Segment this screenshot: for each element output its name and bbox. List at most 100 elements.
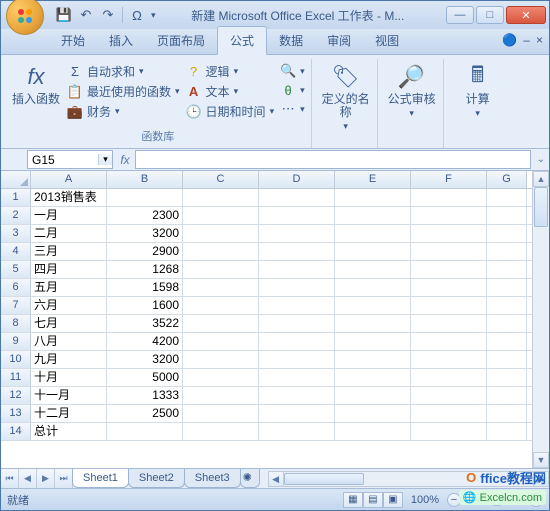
cell[interactable] (183, 405, 259, 422)
tab-page-layout[interactable]: 页面布局 (145, 27, 217, 54)
row-header-9[interactable]: 9 (1, 333, 31, 350)
cell[interactable] (411, 405, 487, 422)
row-header-8[interactable]: 8 (1, 315, 31, 332)
cell[interactable] (183, 369, 259, 386)
formula-auditing-button[interactable]: 🔎公式审核▾ (387, 63, 437, 119)
cell[interactable]: 九月 (31, 351, 107, 368)
cell[interactable] (259, 225, 335, 242)
omega-icon[interactable]: Ω (129, 7, 145, 23)
cell[interactable] (183, 261, 259, 278)
cell[interactable] (183, 225, 259, 242)
cell[interactable] (487, 315, 527, 332)
cell[interactable] (335, 261, 411, 278)
zoom-level[interactable]: 100% (411, 494, 439, 506)
cell[interactable] (411, 297, 487, 314)
cell[interactable]: 八月 (31, 333, 107, 350)
column-header-B[interactable]: B (107, 171, 183, 188)
cell[interactable] (259, 315, 335, 332)
cell[interactable] (259, 207, 335, 224)
cell[interactable]: 3200 (107, 225, 183, 242)
cell[interactable]: 1600 (107, 297, 183, 314)
cell[interactable]: 2300 (107, 207, 183, 224)
column-header-F[interactable]: F (411, 171, 487, 188)
help-icon[interactable]: 🔵 (502, 33, 517, 47)
cell[interactable] (183, 315, 259, 332)
cell[interactable] (487, 189, 527, 206)
insert-function-button[interactable]: fx 插入函数 (11, 63, 61, 106)
cell[interactable] (411, 315, 487, 332)
cell[interactable] (259, 189, 335, 206)
cell[interactable] (487, 405, 527, 422)
cell[interactable] (411, 225, 487, 242)
insert-sheet-button[interactable]: ✺ (240, 469, 260, 488)
sheet-tab-2[interactable]: Sheet2 (128, 469, 185, 488)
row-header-7[interactable]: 7 (1, 297, 31, 314)
sheet-prev[interactable]: ◀ (19, 469, 37, 488)
sheet-last[interactable]: ⏭ (55, 469, 73, 488)
lookup-button[interactable]: 🔍▾ (280, 63, 305, 79)
row-header-11[interactable]: 11 (1, 369, 31, 386)
cell[interactable] (487, 225, 527, 242)
row-header-12[interactable]: 12 (1, 387, 31, 404)
tab-insert[interactable]: 插入 (97, 27, 145, 54)
cell[interactable] (411, 351, 487, 368)
text-button[interactable]: A文本▾ (186, 83, 275, 100)
vertical-scrollbar[interactable]: ▲ ▼ (532, 171, 549, 468)
rows-area[interactable]: 1 2013销售表2一月23003二月32004三月29005四月12686五月… (1, 189, 532, 468)
defined-names-button[interactable]: 🏷定义的名称▾ (321, 63, 371, 132)
cell[interactable] (335, 189, 411, 206)
cell[interactable]: 七月 (31, 315, 107, 332)
cell[interactable] (259, 333, 335, 350)
column-header-A[interactable]: A (31, 171, 107, 188)
cell[interactable] (411, 279, 487, 296)
cell[interactable]: 总计 (31, 423, 107, 440)
cell[interactable]: 六月 (31, 297, 107, 314)
cell[interactable] (487, 243, 527, 260)
cell[interactable] (183, 207, 259, 224)
tab-home[interactable]: 开始 (49, 27, 97, 54)
math-button[interactable]: θ▾ (280, 82, 305, 98)
page-break-view-button[interactable]: ▣ (383, 492, 403, 508)
cell[interactable]: 二月 (31, 225, 107, 242)
cell[interactable] (411, 423, 487, 440)
cell[interactable] (183, 351, 259, 368)
row-header-10[interactable]: 10 (1, 351, 31, 368)
cell[interactable] (335, 243, 411, 260)
cell[interactable] (411, 369, 487, 386)
normal-view-button[interactable]: ▦ (343, 492, 363, 508)
save-icon[interactable]: 💾 (56, 7, 72, 23)
cell[interactable] (411, 333, 487, 350)
cell[interactable]: 十月 (31, 369, 107, 386)
cell[interactable]: 2500 (107, 405, 183, 422)
column-header-C[interactable]: C (183, 171, 259, 188)
cell[interactable] (183, 279, 259, 296)
cell[interactable] (487, 297, 527, 314)
cell[interactable]: 3200 (107, 351, 183, 368)
scroll-down-button[interactable]: ▼ (533, 452, 549, 468)
name-box[interactable]: G15 ▾ (27, 150, 113, 169)
column-header-D[interactable]: D (259, 171, 335, 188)
close-workbook-button[interactable]: × (536, 33, 543, 47)
cell[interactable] (107, 189, 183, 206)
cell[interactable] (411, 387, 487, 404)
cell[interactable]: 1598 (107, 279, 183, 296)
cell[interactable] (411, 261, 487, 278)
row-header-2[interactable]: 2 (1, 207, 31, 224)
cell[interactable]: 2900 (107, 243, 183, 260)
scroll-left-button[interactable]: ◀ (268, 471, 284, 487)
cell[interactable]: 1268 (107, 261, 183, 278)
cell[interactable] (335, 423, 411, 440)
minimize-ribbon-button[interactable]: – (523, 33, 530, 47)
cell[interactable] (411, 189, 487, 206)
cell[interactable] (335, 333, 411, 350)
cell[interactable] (259, 369, 335, 386)
cell[interactable] (335, 207, 411, 224)
cell[interactable] (183, 243, 259, 260)
recent-functions-button[interactable]: 📋最近使用的函数▾ (67, 83, 180, 100)
cell[interactable] (335, 405, 411, 422)
cell[interactable] (487, 351, 527, 368)
cell[interactable] (487, 207, 527, 224)
calculation-button[interactable]: 🖩计算▾ (453, 63, 503, 119)
cell[interactable] (335, 315, 411, 332)
row-header-13[interactable]: 13 (1, 405, 31, 422)
